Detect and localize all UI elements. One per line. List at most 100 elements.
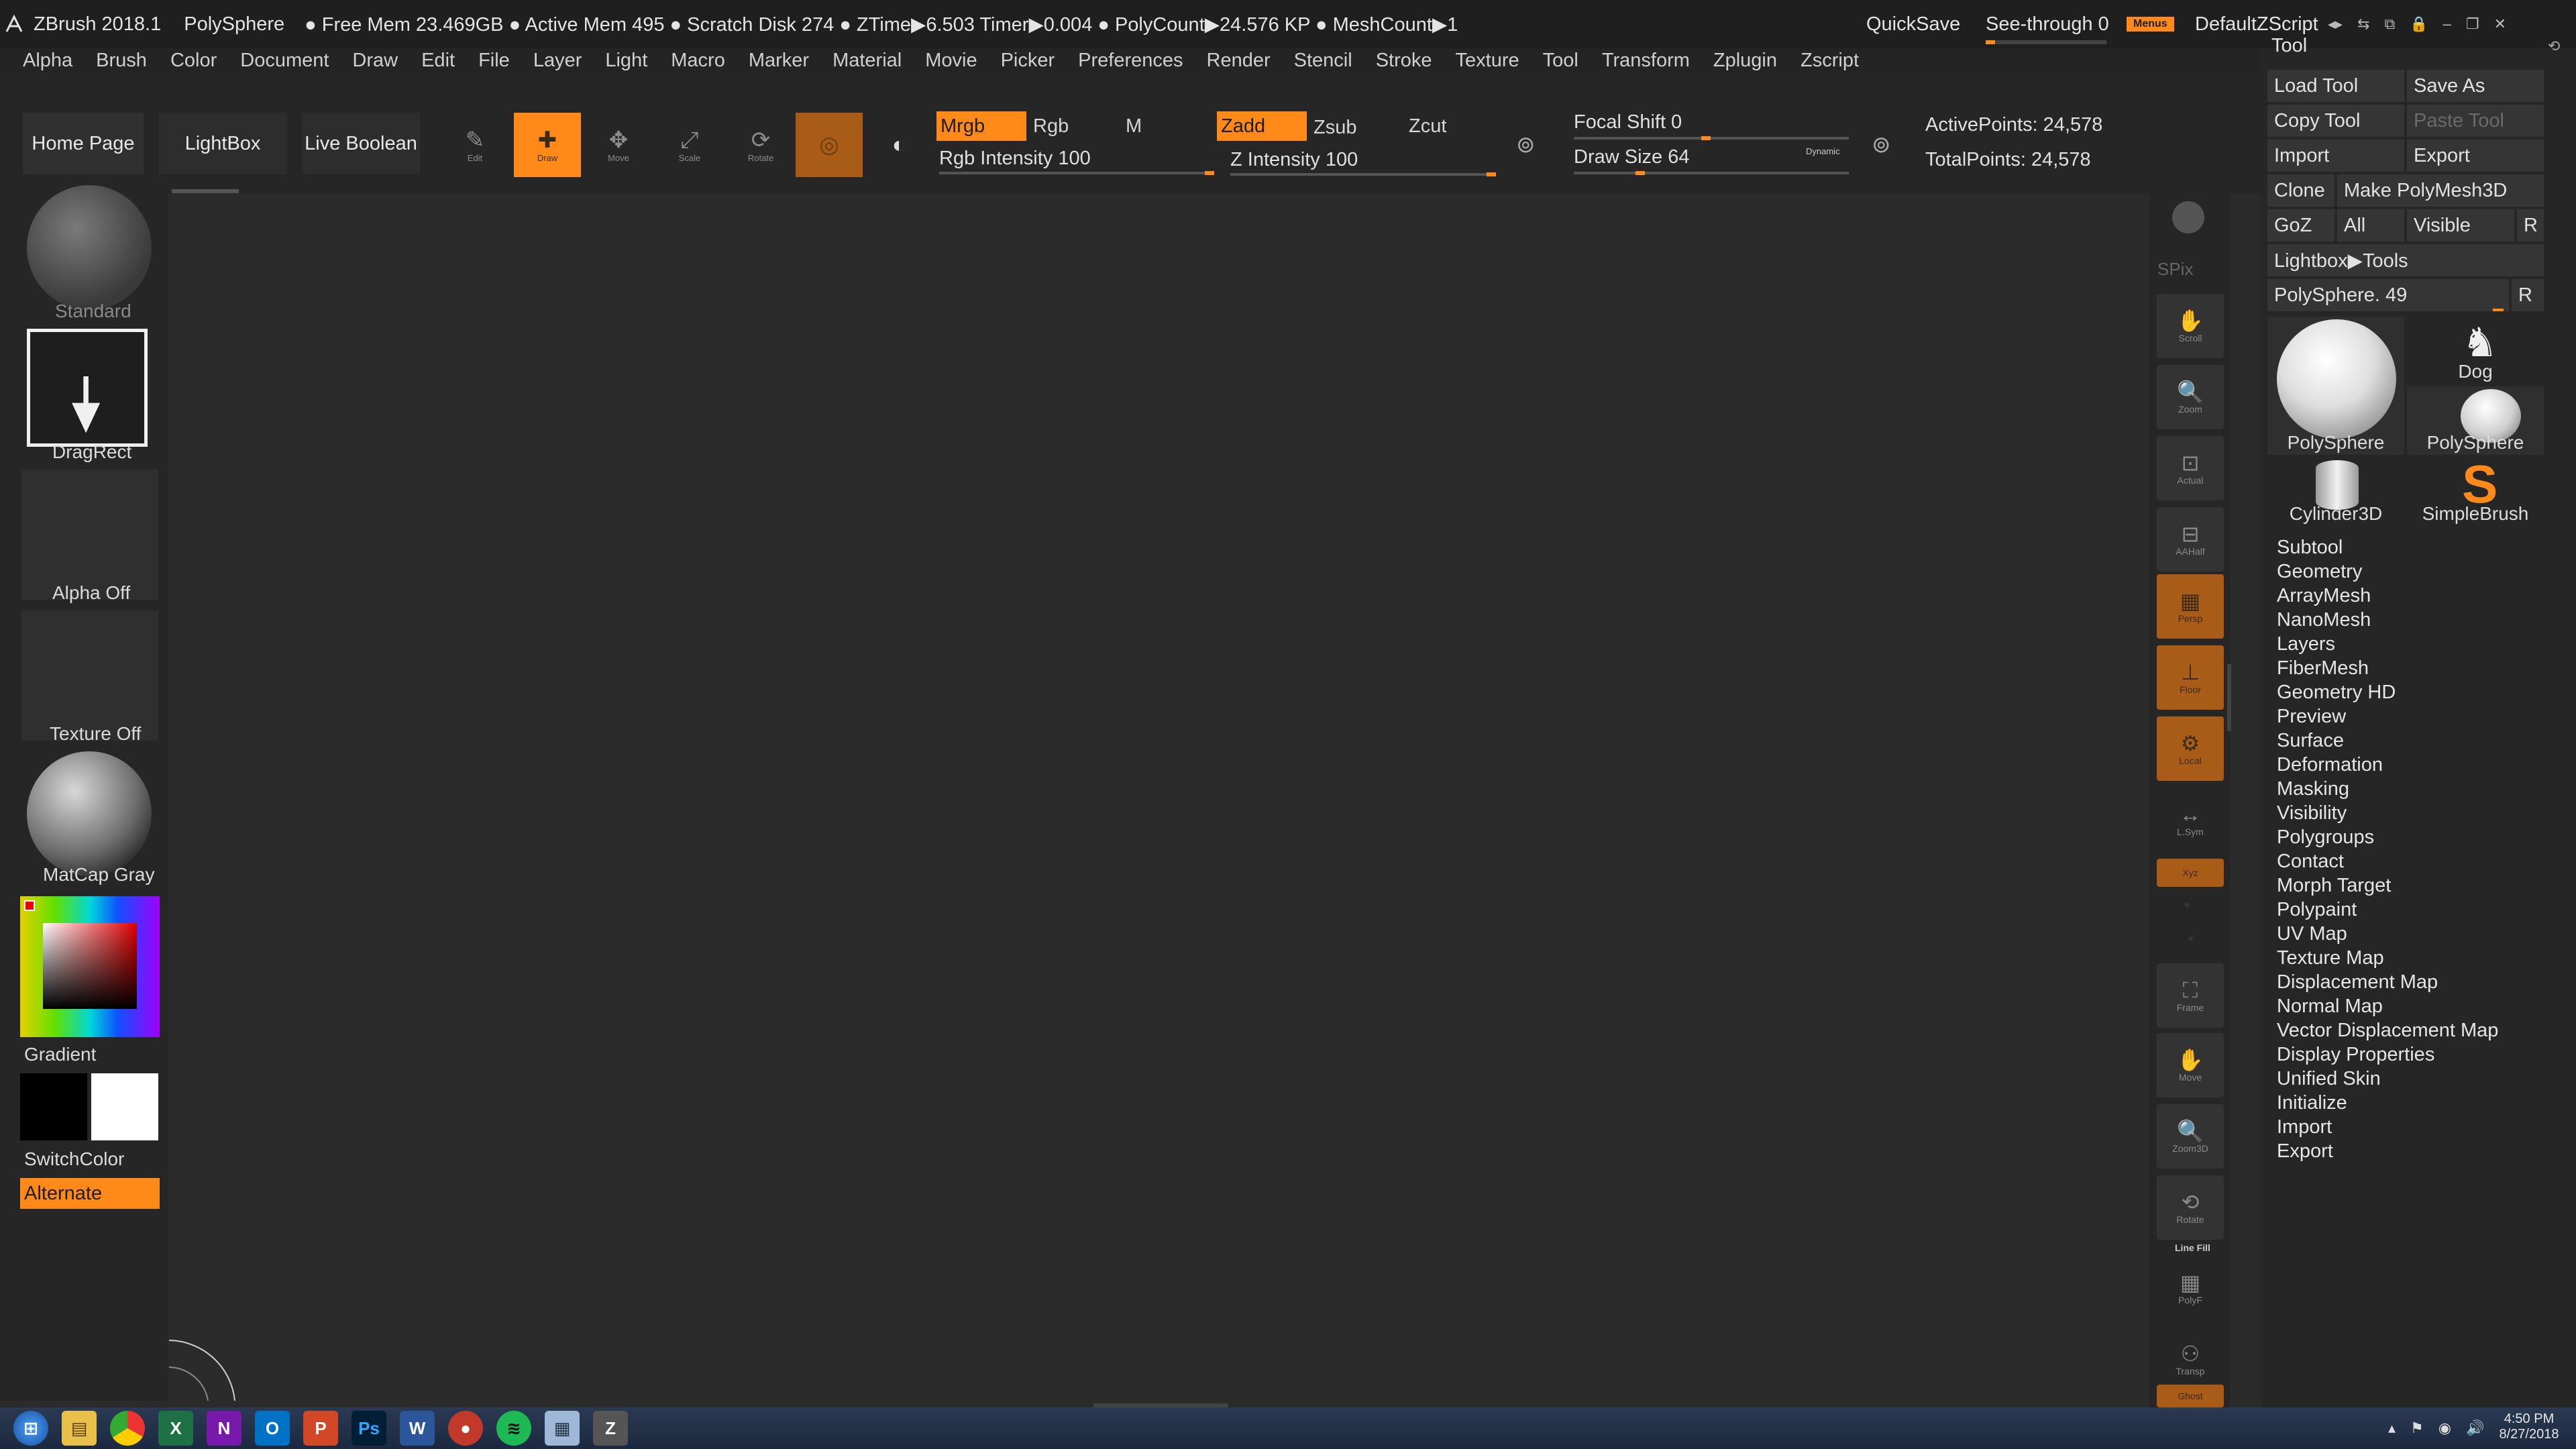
rotate-y-icon[interactable]: ◦ — [2184, 896, 2190, 914]
current-tool-slider-knob[interactable] — [2493, 309, 2504, 311]
tool-thumb-simplebrush[interactable]: S SimpleBrush — [2407, 454, 2544, 526]
menu-macro[interactable]: Macro — [671, 50, 725, 72]
z-intensity-slider[interactable] — [1230, 172, 1496, 176]
tool-submenu-geometry[interactable]: Geometry — [2277, 561, 2362, 583]
goz-r-button[interactable]: R — [2517, 209, 2544, 241]
menu-edit[interactable]: Edit — [421, 50, 455, 72]
color-saturation-square[interactable] — [43, 923, 137, 1009]
make-polymesh3d-button[interactable]: Make PolyMesh3D — [2337, 174, 2544, 207]
close-icon[interactable]: ✕ — [2494, 15, 2506, 33]
menu-zplugin[interactable]: Zplugin — [1713, 50, 1777, 72]
layout-split-icon[interactable]: ⧉ — [2385, 15, 2396, 33]
file-explorer-icon[interactable]: ▤ — [62, 1411, 97, 1446]
tool-submenu-subtool[interactable]: Subtool — [2277, 537, 2343, 559]
tool-thumb-cylinder3d[interactable]: Cylinder3D — [2267, 458, 2404, 526]
zoom3d-button[interactable]: 🔍 Zoom3D — [2157, 1104, 2224, 1169]
copy-tool-button[interactable]: Copy Tool — [2267, 105, 2404, 137]
polyf-button[interactable]: ▦ PolyF — [2157, 1256, 2224, 1320]
floor-button[interactable]: ⊥ Floor — [2157, 645, 2224, 710]
photoshop-icon[interactable]: Ps — [352, 1411, 386, 1446]
bpr-button[interactable] — [2172, 201, 2204, 233]
texture-thumbnail[interactable] — [21, 610, 158, 741]
see-through-slider[interactable]: See-through 0 — [1986, 0, 2120, 48]
load-tool-button[interactable]: Load Tool — [2267, 70, 2404, 102]
restore-icon[interactable]: ❐ — [2466, 15, 2479, 33]
rotate-z-icon[interactable]: ◦ — [2188, 930, 2194, 947]
goz-all-button[interactable]: All — [2337, 209, 2404, 241]
stroke-thumbnail[interactable] — [27, 329, 148, 447]
taskbar-clock-date[interactable]: 8/27/2018 — [2496, 1427, 2563, 1442]
menu-stencil[interactable]: Stencil — [1294, 50, 1352, 72]
rotate-mode-button[interactable]: ⟳ Rotate — [727, 113, 794, 177]
draw-size-knob[interactable] — [1635, 171, 1645, 175]
onenote-icon[interactable]: N — [207, 1411, 241, 1446]
tool-submenu-fibermesh[interactable]: FiberMesh — [2277, 657, 2369, 680]
document-canvas[interactable] — [168, 193, 2220, 1407]
scroll-button[interactable]: ✋ Scroll — [2157, 294, 2224, 358]
tool-submenu-visibility[interactable]: Visibility — [2277, 802, 2347, 824]
focal-shift-knob[interactable] — [1701, 136, 1711, 140]
menu-alpha[interactable]: Alpha — [23, 50, 72, 72]
tool-submenu-unified-skin[interactable]: Unified Skin — [2277, 1068, 2381, 1090]
frame-button[interactable]: ⛶ Frame — [2157, 963, 2224, 1028]
mrgb-button[interactable]: Mrgb — [936, 111, 1026, 141]
tool-submenu-vector-displacement-map[interactable]: Vector Displacement Map — [2277, 1020, 2498, 1042]
excel-icon[interactable]: X — [158, 1411, 193, 1446]
save-as-button[interactable]: Save As — [2407, 70, 2544, 102]
menu-document[interactable]: Document — [240, 50, 329, 72]
action-center-flag-icon[interactable]: ⚑ — [2410, 1419, 2424, 1437]
tool-thumb-polysphere[interactable]: PolySphere — [2407, 386, 2544, 455]
zadd-button[interactable]: Zadd — [1217, 111, 1307, 141]
draw-size-slider[interactable] — [1574, 171, 1849, 175]
lightbox-button[interactable]: LightBox — [158, 113, 287, 174]
recorder-icon[interactable]: ● — [448, 1411, 483, 1446]
tool-submenu-display-properties[interactable]: Display Properties — [2277, 1044, 2434, 1066]
network-icon[interactable]: ◉ — [2438, 1419, 2451, 1437]
volume-icon[interactable]: 🔊 — [2466, 1419, 2484, 1437]
lazy-mouse-icon[interactable]: ⊚ — [1516, 131, 1550, 165]
menu-file[interactable]: File — [478, 50, 510, 72]
gizmo-button[interactable]: ◐ — [865, 113, 932, 177]
color-picker[interactable] — [20, 896, 160, 1037]
paste-tool-button[interactable]: Paste Tool — [2407, 105, 2544, 137]
tool-thumb-polysphere-main[interactable]: PolySphere — [2267, 317, 2404, 455]
chrome-icon[interactable] — [110, 1411, 145, 1446]
menu-material[interactable]: Material — [833, 50, 902, 72]
taskbar-clock-time[interactable]: 4:50 PM — [2496, 1411, 2563, 1427]
main-color-swatch[interactable] — [91, 1073, 158, 1140]
lsym-button[interactable]: ↔ L.Sym — [2157, 788, 2224, 852]
edit-mode-button[interactable]: ✎ Edit — [441, 113, 508, 177]
live-boolean-button[interactable]: Live Boolean — [302, 113, 420, 174]
import-button[interactable]: Import — [2267, 140, 2404, 172]
local-button[interactable]: ⚙ Local — [2157, 716, 2224, 781]
zcut-button[interactable]: Zcut — [1405, 111, 1495, 141]
tool-submenu-preview[interactable]: Preview — [2277, 706, 2346, 728]
menu-render[interactable]: Render — [1207, 50, 1271, 72]
menu-zscript[interactable]: Zscript — [1801, 50, 1859, 72]
menu-transform[interactable]: Transform — [1602, 50, 1690, 72]
tool-submenu-layers[interactable]: Layers — [2277, 633, 2335, 655]
tool-submenu-normal-map[interactable]: Normal Map — [2277, 996, 2383, 1018]
tool-submenu-polygroups[interactable]: Polygroups — [2277, 826, 2374, 849]
quicksave-button[interactable]: QuickSave — [1866, 0, 1960, 48]
rotate-view-button[interactable]: ⟲ Rotate — [2157, 1175, 2224, 1240]
layout-swap-icon[interactable]: ⇆ — [2357, 15, 2369, 33]
tool-submenu-arraymesh[interactable]: ArrayMesh — [2277, 585, 2371, 607]
menu-color[interactable]: Color — [170, 50, 217, 72]
draw-mode-button[interactable]: ✚ Draw — [514, 113, 581, 177]
zbrush-taskbar-icon[interactable]: Z — [593, 1411, 628, 1446]
menu-preferences[interactable]: Preferences — [1078, 50, 1183, 72]
m-button[interactable]: M — [1122, 111, 1212, 141]
current-tool-slider[interactable]: PolySphere. 49 — [2267, 279, 2509, 311]
tool-submenu-masking[interactable]: Masking — [2277, 778, 2349, 800]
brush-thumbnail[interactable] — [27, 185, 152, 310]
ghost-button[interactable]: Ghost — [2157, 1385, 2224, 1407]
alpha-thumbnail[interactable] — [21, 470, 158, 600]
spotify-icon[interactable]: ≋ — [496, 1411, 531, 1446]
word-icon[interactable]: W — [400, 1411, 435, 1446]
tool-submenu-displacement-map[interactable]: Displacement Map — [2277, 971, 2438, 994]
menu-tool[interactable]: Tool — [1543, 50, 1578, 72]
goz-button[interactable]: GoZ — [2267, 209, 2334, 241]
tool-submenu-initialize[interactable]: Initialize — [2277, 1092, 2347, 1114]
switchcolor-button[interactable]: SwitchColor — [24, 1148, 124, 1170]
